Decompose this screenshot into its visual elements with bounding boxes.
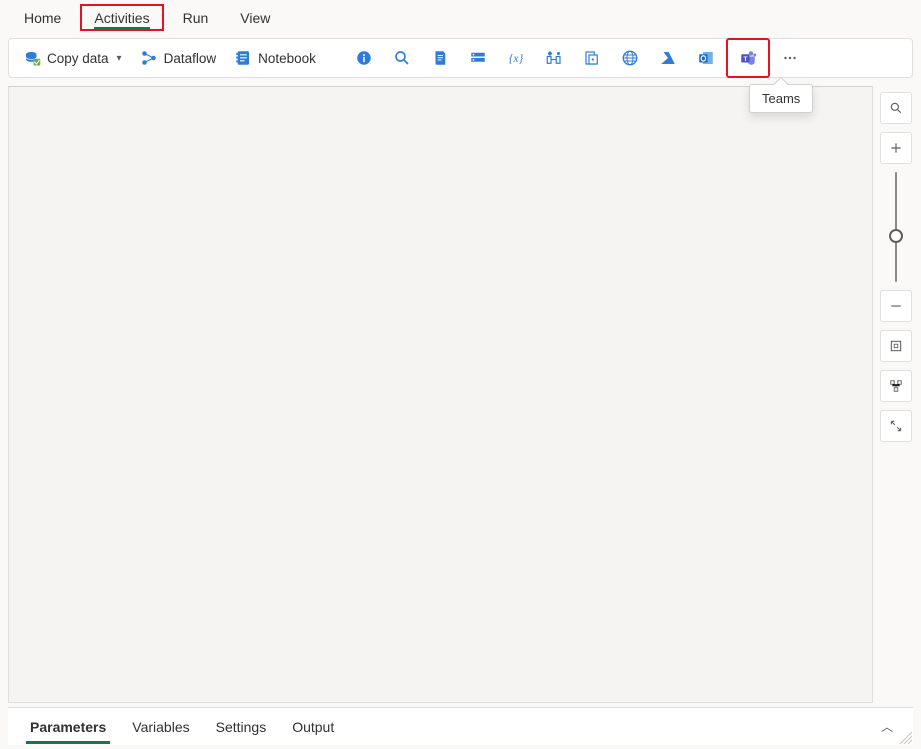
more-button[interactable]: [772, 42, 808, 74]
info-button[interactable]: [346, 42, 382, 74]
zoom-slider[interactable]: [880, 172, 912, 282]
chevron-up-icon: ︿: [881, 720, 893, 734]
notebook-icon: [234, 49, 252, 67]
tab-view[interactable]: View: [226, 4, 284, 31]
dataflow-button[interactable]: Dataflow: [132, 42, 225, 74]
globe-icon: [621, 49, 639, 67]
tab-variables[interactable]: Variables: [122, 711, 199, 743]
resize-handle: [899, 731, 913, 745]
tooltip-text: Teams: [762, 91, 800, 106]
tab-parameters[interactable]: Parameters: [20, 711, 116, 743]
tab-run[interactable]: Run: [169, 4, 223, 31]
pipeline-canvas[interactable]: [8, 86, 873, 703]
dataflow-icon: [140, 49, 158, 67]
autolayout-icon: [889, 379, 903, 393]
azure-button[interactable]: [650, 42, 686, 74]
info-icon: [355, 49, 373, 67]
fit-screen-button[interactable]: [880, 330, 912, 362]
tab-output[interactable]: Output: [282, 711, 344, 743]
zoom-in-button[interactable]: [880, 132, 912, 164]
tab-activities[interactable]: Activities: [80, 4, 163, 31]
pipeline-button[interactable]: [536, 42, 572, 74]
autolayout-button[interactable]: [880, 370, 912, 402]
activities-toolbar: Copy data ▾ Dataflow: [8, 38, 913, 78]
bottom-panel: Parameters Variables Settings Output ︿: [8, 707, 913, 745]
zoom-out-button[interactable]: [880, 290, 912, 322]
teams-icon: T: [739, 49, 757, 67]
foreach-button[interactable]: [574, 42, 610, 74]
search-icon: [393, 49, 411, 67]
azure-icon: [659, 49, 677, 67]
lookup-button[interactable]: [384, 42, 420, 74]
tab-home[interactable]: Home: [10, 4, 75, 31]
collapse-button[interactable]: [880, 410, 912, 442]
copy-data-label: Copy data: [47, 51, 109, 66]
dataflow-label: Dataflow: [164, 51, 217, 66]
notebook-button[interactable]: Notebook: [226, 42, 324, 74]
storedproc-icon: [469, 49, 487, 67]
web-button[interactable]: [612, 42, 648, 74]
outlook-button[interactable]: [688, 42, 724, 74]
copy-data-button[interactable]: Copy data ▾: [15, 42, 130, 74]
collapse-icon: [889, 419, 903, 433]
zoom-track-line: [895, 172, 897, 282]
fit-icon: [889, 339, 903, 353]
foreach-icon: [583, 49, 601, 67]
variable-icon: {x}: [506, 49, 526, 67]
search-icon: [889, 101, 903, 115]
top-menu: Home Activities Run View: [0, 0, 921, 34]
zoom-handle[interactable]: [889, 229, 903, 243]
panel-toggle[interactable]: ︿: [873, 718, 901, 735]
notebook-label: Notebook: [258, 51, 316, 66]
toolbar-container: Copy data ▾ Dataflow: [0, 34, 921, 84]
minus-icon: [889, 299, 903, 313]
svg-text:{x}: {x}: [509, 52, 524, 65]
storedproc-button[interactable]: [460, 42, 496, 74]
ellipsis-icon: [781, 49, 799, 67]
tab-settings[interactable]: Settings: [206, 711, 277, 743]
canvas-search-button[interactable]: [880, 92, 912, 124]
plus-icon: [889, 141, 903, 155]
teams-tooltip: Teams: [749, 84, 813, 113]
chevron-down-icon: ▾: [117, 53, 122, 64]
script-button[interactable]: [422, 42, 458, 74]
script-icon: [431, 49, 449, 67]
variable-button[interactable]: {x}: [498, 42, 534, 74]
outlook-icon: [697, 49, 715, 67]
highlighted-teams: T: [726, 38, 770, 78]
canvas-controls: [879, 92, 913, 442]
teams-button[interactable]: T: [730, 42, 766, 74]
pipeline-icon: [545, 49, 563, 67]
copy-data-icon: [23, 49, 41, 67]
